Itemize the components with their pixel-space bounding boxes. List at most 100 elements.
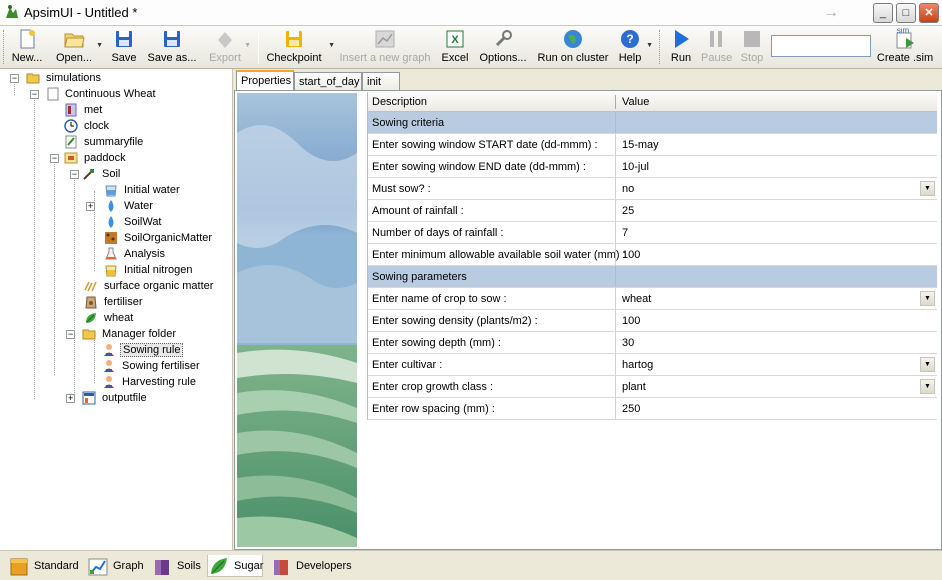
section-title: Sowing parameters — [372, 271, 467, 283]
column-divider — [615, 112, 616, 133]
property-value[interactable]: no — [622, 183, 634, 195]
new-button[interactable]: New... — [9, 28, 45, 66]
wrench-icon — [495, 30, 512, 47]
grid-property-row[interactable]: Enter crop growth class : plant ▼ — [368, 376, 937, 398]
property-description: Enter sowing depth (mm) : — [372, 337, 501, 349]
play-icon — [675, 30, 689, 48]
tab-properties[interactable]: Properties — [236, 70, 294, 91]
property-value[interactable]: hartog — [622, 359, 653, 371]
met-icon — [65, 103, 77, 117]
property-description: Enter name of crop to sow : — [372, 293, 507, 305]
water-drop-icon — [108, 216, 114, 228]
paddock-icon — [64, 152, 78, 164]
create-sim-button[interactable]: sim Create .sim — [875, 28, 935, 66]
dropdown-arrow-icon[interactable]: ▼ — [920, 291, 935, 306]
property-value[interactable]: 15-may — [622, 139, 659, 151]
toolbox-soils[interactable]: Soils — [151, 555, 205, 577]
chevron-down-icon[interactable]: ▼ — [646, 42, 653, 49]
toolbar-grip[interactable] — [3, 30, 7, 64]
dropdown-arrow-icon[interactable]: ▼ — [920, 357, 935, 372]
property-value[interactable]: wheat — [622, 293, 651, 305]
grid-property-row[interactable]: Must sow? : no ▼ — [368, 178, 937, 200]
toolbox-graph[interactable]: Graph — [87, 555, 147, 577]
column-divider[interactable] — [615, 95, 616, 109]
property-description: Number of days of rainfall : — [372, 227, 504, 239]
grid-property-row[interactable]: Enter sowing window START date (dd-mmm) … — [368, 134, 937, 156]
tab-init[interactable]: init — [362, 72, 400, 90]
maximize-button[interactable]: □ — [896, 3, 916, 23]
toolbar-grip[interactable] — [659, 30, 663, 64]
options-button[interactable]: Options... — [477, 28, 529, 66]
excel-button[interactable]: X Excel — [441, 28, 469, 66]
close-button[interactable]: ✕ — [919, 3, 939, 23]
save-as-button[interactable]: Save as... — [146, 28, 198, 66]
grid-property-row[interactable]: Amount of rainfall : 25 — [368, 200, 937, 222]
expand-icon[interactable]: + — [86, 202, 95, 211]
collapse-icon[interactable]: − — [50, 154, 59, 163]
grid-property-row[interactable]: Enter name of crop to sow : wheat ▼ — [368, 288, 937, 310]
grid-property-row[interactable]: Enter sowing window END date (dd-mmm) : 1… — [368, 156, 937, 178]
property-value[interactable]: 25 — [622, 205, 634, 217]
clock-icon — [64, 119, 78, 133]
help-button[interactable]: ? Help ▼ — [616, 28, 653, 66]
export-button[interactable]: Export ▼ — [207, 28, 251, 66]
header-description: Description — [372, 96, 428, 108]
property-value[interactable]: 7 — [622, 227, 628, 239]
summary-file-icon — [65, 135, 77, 149]
column-divider — [615, 398, 616, 419]
residue-icon — [84, 281, 97, 292]
stop-icon — [744, 31, 760, 47]
grid-property-row[interactable]: Enter sowing depth (mm) : 30 — [368, 332, 937, 354]
collapse-icon[interactable]: − — [66, 330, 75, 339]
open-button[interactable]: Open... ▼ — [53, 28, 103, 66]
property-value[interactable]: 100 — [622, 249, 640, 261]
toolbox-developers[interactable]: Developers — [270, 555, 360, 577]
pause-button[interactable]: Pause — [701, 28, 732, 66]
property-value[interactable]: plant — [622, 381, 646, 393]
globe-icon — [564, 30, 582, 48]
grid-property-row[interactable]: Number of days of rainfall : 7 — [368, 222, 937, 244]
arrow-right-icon[interactable]: → — [818, 4, 844, 22]
dropdown-arrow-icon[interactable]: ▼ — [920, 379, 935, 394]
collapse-icon[interactable]: − — [70, 170, 79, 179]
column-divider — [615, 134, 616, 155]
dropdown-arrow-icon[interactable]: ▼ — [920, 181, 935, 196]
tab-start-of-day[interactable]: start_of_day — [294, 72, 362, 90]
chevron-down-icon[interactable]: ▼ — [96, 42, 103, 49]
flask-icon — [105, 247, 117, 260]
grid-property-row[interactable]: Enter cultivar : hartog ▼ — [368, 354, 937, 376]
fertiliser-bag-icon — [85, 296, 97, 309]
property-value[interactable]: 100 — [622, 315, 640, 327]
save-button[interactable]: Save — [110, 28, 138, 66]
grid-property-row[interactable]: Enter row spacing (mm) : 250 — [368, 398, 937, 420]
checkpoint-button[interactable]: Checkpoint ▼ — [265, 28, 335, 66]
minimize-button[interactable]: _ — [873, 3, 893, 23]
property-value[interactable]: 250 — [622, 403, 640, 415]
property-value[interactable]: 30 — [622, 337, 634, 349]
folder-icon — [82, 329, 96, 340]
chevron-down-icon[interactable]: ▼ — [328, 42, 335, 49]
collapse-icon[interactable]: − — [30, 90, 39, 99]
collapse-icon[interactable]: − — [10, 74, 19, 83]
grid-property-row[interactable]: Enter sowing density (plants/m2) : 100 — [368, 310, 937, 332]
tree-connector — [54, 159, 55, 375]
chevron-down-icon[interactable]: ▼ — [244, 42, 251, 49]
grid-property-row[interactable]: Enter minimum allowable available soil w… — [368, 244, 937, 266]
properties-panel: Description Value Sowing criteria Enter s… — [234, 90, 942, 550]
property-description: Enter sowing window START date (dd-mmm) … — [372, 139, 598, 151]
stop-button[interactable]: Stop — [739, 28, 765, 66]
toolbox-standard[interactable]: Standard — [8, 555, 84, 577]
property-description: Enter minimum allowable available soil w… — [372, 249, 626, 261]
run-button[interactable]: Run — [668, 28, 694, 66]
insert-graph-button[interactable]: Insert a new graph — [339, 28, 431, 66]
svg-text:X: X — [451, 34, 459, 46]
run-input-field[interactable] — [771, 35, 871, 57]
column-divider — [615, 222, 616, 243]
expand-icon[interactable]: + — [66, 394, 75, 403]
run-on-cluster-button[interactable]: Run on cluster — [537, 28, 609, 66]
toolbox-sugar[interactable]: Sugar — [207, 555, 263, 577]
new-file-icon — [20, 29, 35, 49]
help-icon: ? — [621, 30, 639, 48]
property-value[interactable]: 10-jul — [622, 161, 649, 173]
tree-connector — [94, 335, 95, 383]
